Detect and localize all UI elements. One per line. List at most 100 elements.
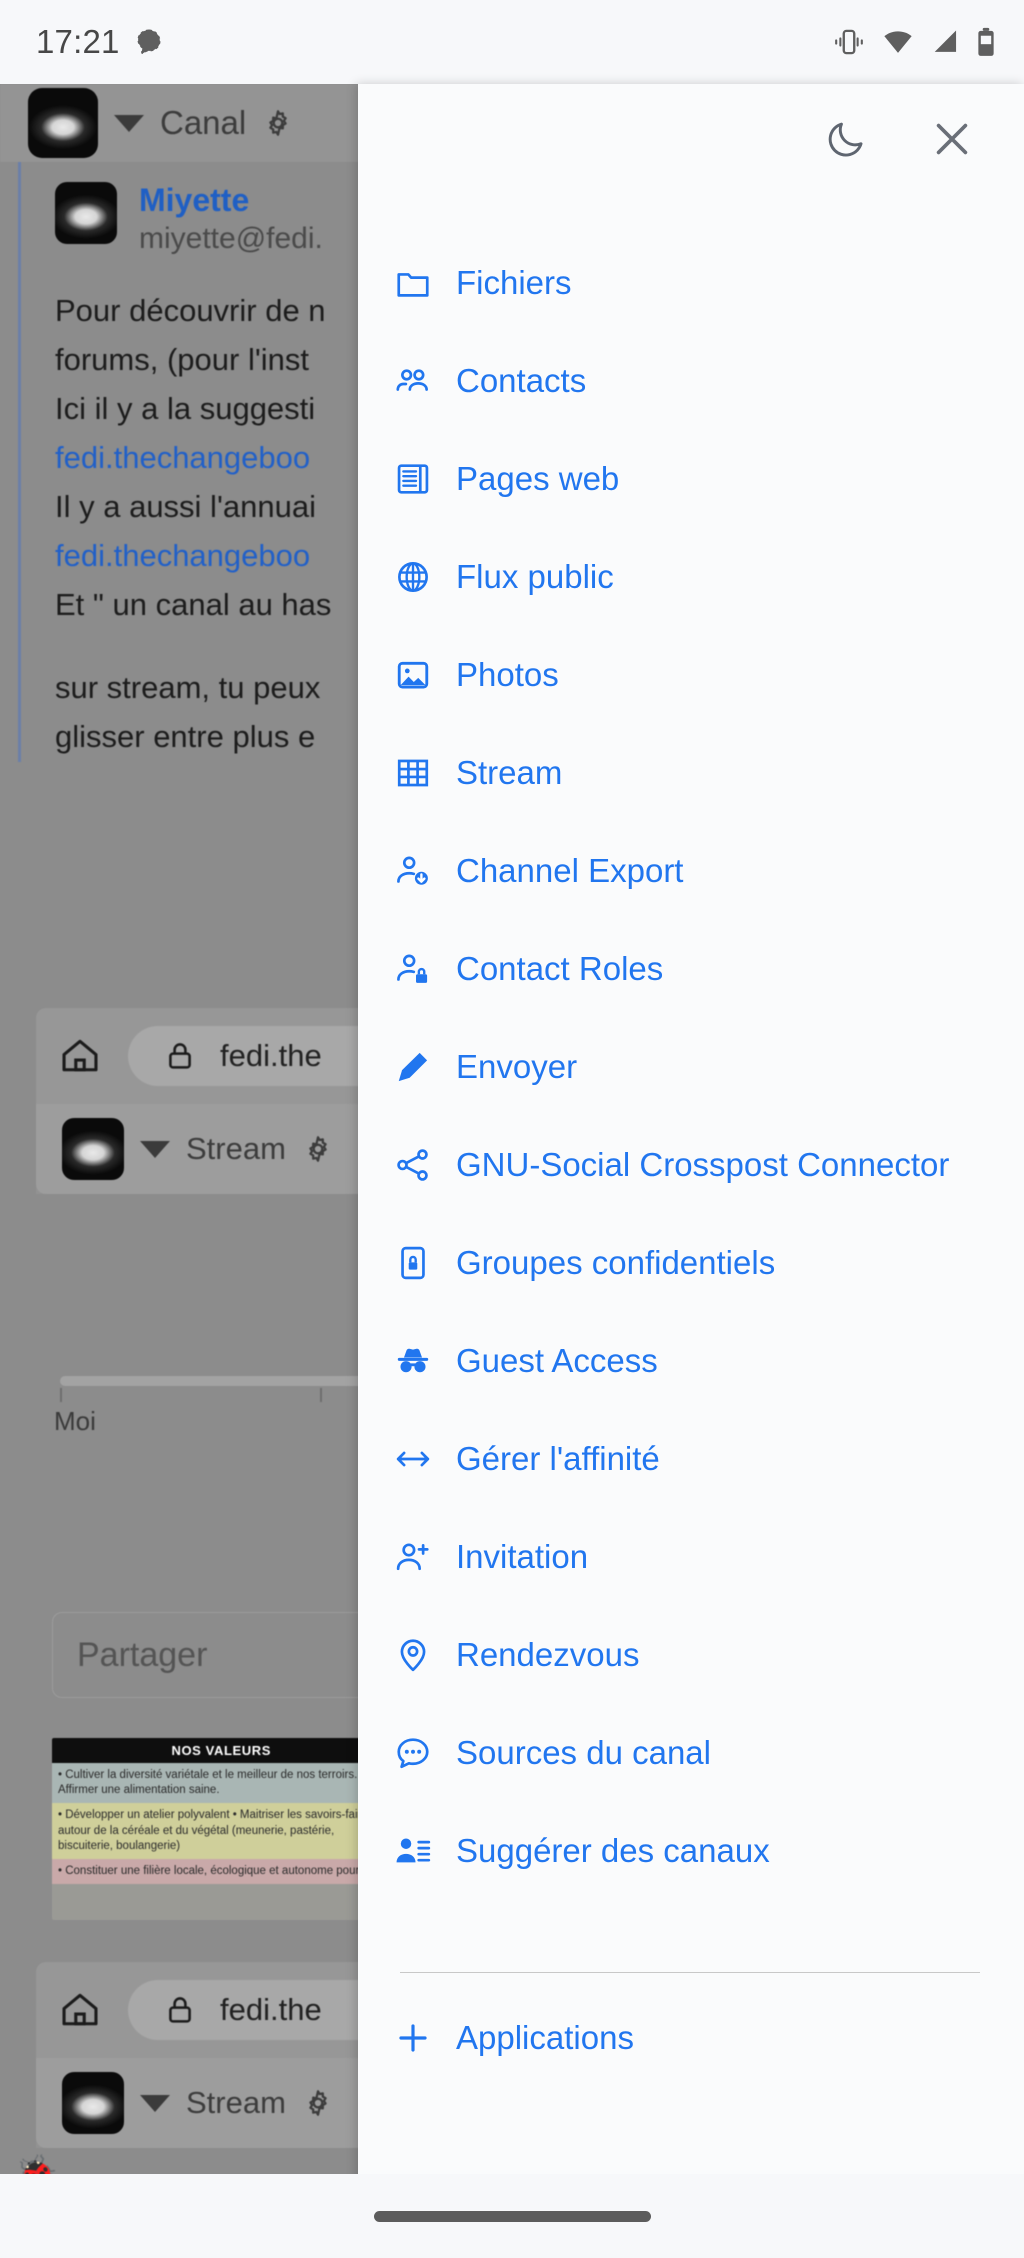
menu-item-rendezvous[interactable]: Rendezvous <box>358 1634 1024 1732</box>
channel-avatar[interactable] <box>62 2072 124 2134</box>
panel-header <box>358 84 1024 194</box>
home-icon[interactable] <box>58 1034 102 1078</box>
close-icon <box>936 123 968 155</box>
menu-item-contacts[interactable]: Contacts <box>358 360 1024 458</box>
status-clock: 17:21 <box>36 23 120 60</box>
status-bar-right <box>832 27 996 57</box>
app-title: Stream <box>186 2085 286 2120</box>
url-text: fedi.the <box>220 1038 322 1073</box>
menu-item-label: Flux public <box>456 558 614 595</box>
user-plus-icon <box>394 1536 456 1576</box>
article-icon <box>394 458 456 498</box>
menu-item-applications[interactable]: Applications <box>358 2017 1024 2115</box>
lock-icon <box>169 1997 191 2023</box>
channel-avatar[interactable] <box>28 88 98 158</box>
background-channel-title: Canal <box>160 104 247 141</box>
menu-item-label: Suggérer des canaux <box>456 1832 770 1869</box>
post-author: Miyette <box>139 182 250 218</box>
cell-signal-icon <box>934 30 957 52</box>
menu-item-flux-public[interactable]: Flux public <box>358 556 1024 654</box>
menu-item-invitation[interactable]: Invitation <box>358 1536 1024 1634</box>
menu-item-label: Fichiers <box>456 264 572 301</box>
menu-item-label: Envoyer <box>456 1048 578 1085</box>
menu-item-envoyer[interactable]: Envoyer <box>358 1046 1024 1144</box>
avatar <box>55 182 117 244</box>
menu-item-label: Groupes confidentiels <box>456 1244 776 1281</box>
map-pin-icon <box>394 1634 456 1674</box>
wifi-icon <box>884 31 912 53</box>
moon-icon <box>828 122 863 157</box>
menu-item-sources-du-canal[interactable]: Sources du canal <box>358 1732 1024 1830</box>
menu-item-stream[interactable]: Stream <box>358 752 1024 850</box>
menu-item-gnu-social-crosspost-connector[interactable]: GNU-Social Crosspost Connector <box>358 1144 1024 1242</box>
arrows-horizontal-icon <box>394 1438 456 1478</box>
menu-item-label: Stream <box>456 754 563 791</box>
chat-dots-icon <box>394 1732 456 1772</box>
home-icon[interactable] <box>58 1988 102 2032</box>
gear-icon[interactable] <box>302 2087 334 2119</box>
battery-icon <box>978 27 994 56</box>
chat-bubble-icon <box>137 29 161 54</box>
channel-avatar[interactable] <box>62 1118 124 1180</box>
slider-tick <box>320 1388 322 1402</box>
menu-item-label: Rendezvous <box>456 1636 640 1673</box>
menu-item-label: Gérer l'affinité <box>456 1440 660 1477</box>
slider-tick <box>60 1388 62 1402</box>
pencil-icon <box>394 1046 456 1086</box>
lock-icon <box>169 1043 191 1069</box>
image-icon <box>394 654 456 694</box>
menu-item-label: Sources du canal <box>456 1734 711 1771</box>
chevron-down-icon[interactable] <box>114 114 144 132</box>
values-band: • Constituer une filière locale, écologi… <box>52 1858 391 1885</box>
lock-card-icon <box>394 1242 456 1282</box>
menu-item-suggerer-des-canaux[interactable]: Suggérer des canaux <box>358 1830 1024 1928</box>
user-lock-icon <box>394 948 456 988</box>
values-band: • Développer un atelier polyvalent • Mai… <box>52 1803 391 1859</box>
menu-item-label: Applications <box>456 2019 634 2056</box>
apps-menu-panel: Fichiers Contacts Pages web Flux public … <box>358 84 1024 2258</box>
chevron-down-icon[interactable] <box>140 1140 170 1158</box>
menu-item-contact-roles[interactable]: Contact Roles <box>358 948 1024 1046</box>
menu-item-label: Channel Export <box>456 852 684 889</box>
menu-item-label: GNU-Social Crosspost Connector <box>456 1146 950 1183</box>
users-icon <box>394 360 456 400</box>
menu-item-gerer-l-affinite[interactable]: Gérer l'affinité <box>358 1438 1024 1536</box>
close-panel-button[interactable] <box>924 111 980 167</box>
values-column: NOS VALEURS • Cultiver la diversité vari… <box>52 1738 394 1920</box>
menu-item-channel-export[interactable]: Channel Export <box>358 850 1024 948</box>
values-column-header: NOS VALEURS <box>52 1738 391 1763</box>
menu-divider <box>400 1972 980 1973</box>
folder-icon <box>394 262 456 302</box>
menu-item-label: Pages web <box>456 460 620 497</box>
user-download-icon <box>394 850 456 890</box>
status-bar-left: 17:21 <box>36 23 164 61</box>
app-title: Stream <box>186 1131 286 1166</box>
share-icon <box>394 1144 456 1184</box>
post-handle: miyette@fedi. <box>139 221 323 255</box>
menu-item-pages-web[interactable]: Pages web <box>358 458 1024 556</box>
menu-item-label: Guest Access <box>456 1342 658 1379</box>
user-list-icon <box>394 1830 456 1870</box>
phone-screen: 17:21 Canal Miyette miyette@fedi. Pour d… <box>0 0 1024 2258</box>
incognito-icon <box>394 1340 456 1380</box>
home-indicator[interactable] <box>373 2210 651 2222</box>
menu-item-label: Contacts <box>456 362 587 399</box>
menu-item-guest-access[interactable]: Guest Access <box>358 1340 1024 1438</box>
menu-item-label: Invitation <box>456 1538 589 1575</box>
dark-mode-toggle[interactable] <box>818 111 874 167</box>
vibrate-icon <box>835 29 863 55</box>
menu-item-fichiers[interactable]: Fichiers <box>358 262 1024 360</box>
status-bar: 17:21 <box>0 0 1024 84</box>
chevron-down-icon[interactable] <box>140 2094 170 2112</box>
menu-item-photos[interactable]: Photos <box>358 654 1024 752</box>
menu-item-groupes-confidentiels[interactable]: Groupes confidentiels <box>358 1242 1024 1340</box>
gear-icon[interactable] <box>262 107 294 139</box>
menu-items-list: Fichiers Contacts Pages web Flux public … <box>358 194 1024 2115</box>
values-band: • Cultiver la diversité variétale et le … <box>52 1763 391 1804</box>
plus-icon <box>394 2017 456 2057</box>
gear-icon[interactable] <box>302 1133 334 1165</box>
url-text: fedi.the <box>220 1992 322 2027</box>
grid-icon <box>394 752 456 792</box>
home-indicator-bar <box>0 2174 1024 2258</box>
menu-item-label: Contact Roles <box>456 950 664 987</box>
